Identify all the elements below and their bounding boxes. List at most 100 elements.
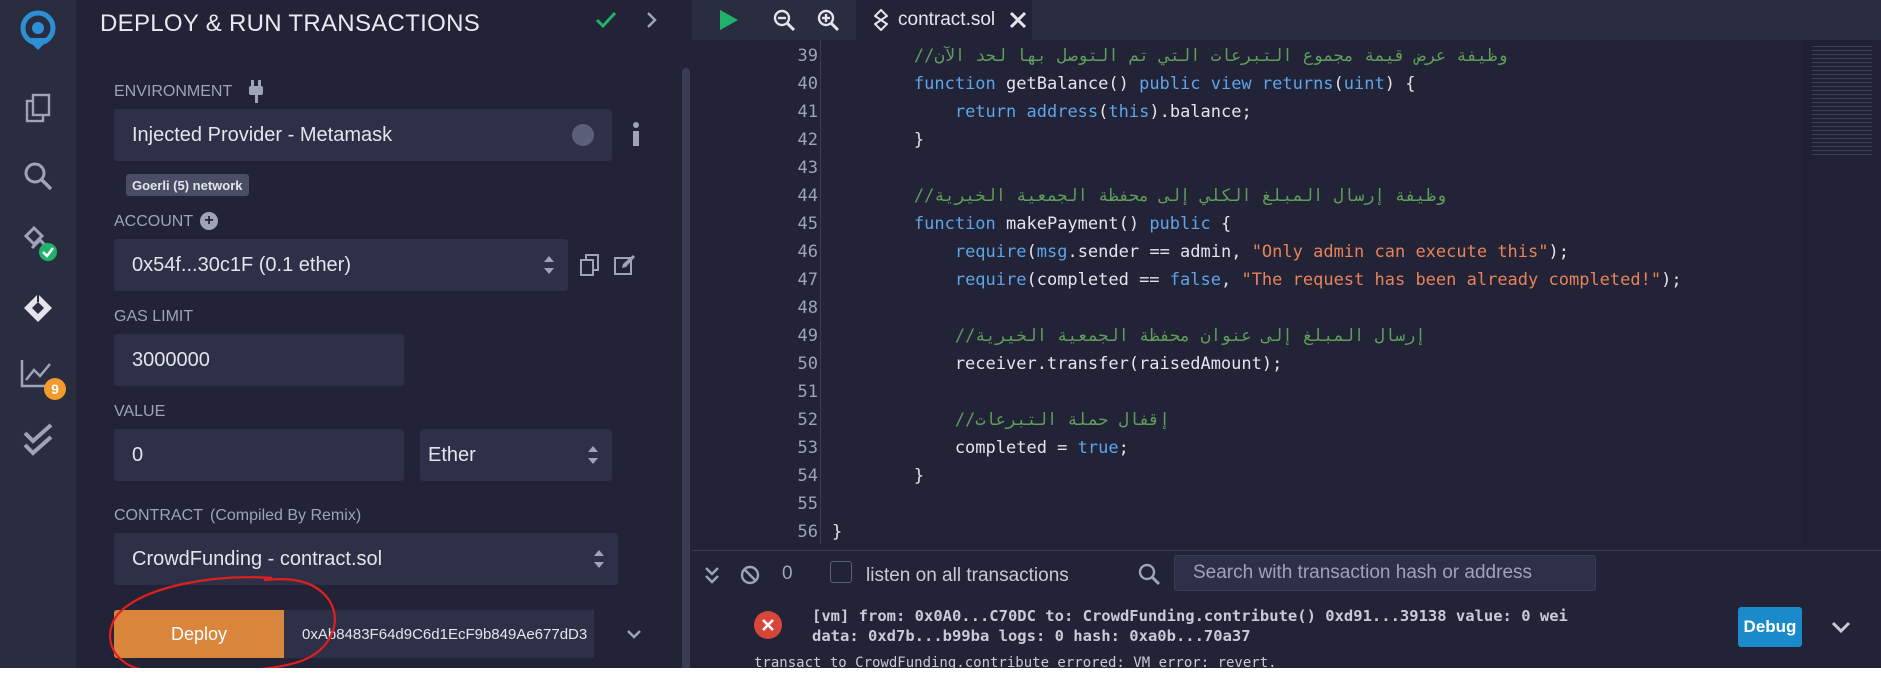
- line-number: 43: [797, 158, 818, 178]
- info-icon[interactable]: [628, 120, 644, 153]
- close-tab-icon[interactable]: [1009, 11, 1027, 29]
- line-number: 48: [797, 298, 818, 318]
- contract-value: CrowdFunding - contract.sol: [132, 547, 383, 570]
- line-number: 39: [797, 46, 818, 66]
- testing-icon[interactable]: [14, 416, 62, 464]
- environment-select-toggle-icon: [572, 124, 594, 146]
- code-line[interactable]: إرسال المبلغ إلى عنوان محفظة الجمعية الخ…: [832, 322, 1426, 350]
- code-token: require: [954, 270, 1027, 290]
- add-account-icon[interactable]: +: [200, 212, 218, 230]
- contract-select-arrows-icon: [594, 550, 604, 568]
- tx-summary-line2[interactable]: data: 0xd7b...b99ba logs: 0 hash: 0xa0b.…: [812, 627, 1251, 645]
- search-icon[interactable]: [14, 152, 62, 200]
- code-token: public: [1149, 214, 1211, 234]
- panel-scroll-thumb[interactable]: [682, 68, 690, 675]
- value-unit-select[interactable]: Ether: [420, 429, 612, 481]
- terminal-search-input[interactable]: Search with transaction hash or address: [1174, 555, 1596, 591]
- code-line[interactable]: }: [832, 518, 842, 544]
- code-area[interactable]: وظيفة عرض قيمة مجموع التبرعات التي تم ال…: [832, 40, 1792, 544]
- remix-ide: 9 DEPLOY & RUN TRANSACTIONS ENVIRONMENT …: [0, 0, 1881, 675]
- deploy-expand-chevron-icon[interactable]: [624, 624, 644, 649]
- listen-label: listen on all transactions: [866, 565, 1069, 586]
- code-line[interactable]: وظيفة عرض قيمة مجموع التبرعات التي تم ال…: [832, 42, 1508, 70]
- icon-bar: 9: [0, 0, 76, 675]
- code-token: وظيفة إرسال المبلغ الكلي إلى محفظة الجمع…: [913, 186, 1447, 206]
- run-script-icon[interactable]: [718, 8, 740, 37]
- line-number: 50: [797, 354, 818, 374]
- environment-select[interactable]: Injected Provider - Metamask: [114, 109, 612, 161]
- collapse-chevron-icon[interactable]: [642, 8, 662, 37]
- code-line[interactable]: completed = true;: [832, 434, 1129, 462]
- compiled-check-icon: [594, 8, 618, 37]
- line-number: 49: [797, 326, 818, 346]
- edit-icon[interactable]: [614, 254, 636, 281]
- code-line[interactable]: }: [832, 462, 924, 490]
- contract-sublabel: (Compiled By Remix): [210, 507, 362, 524]
- terminal-collapse-icon[interactable]: [704, 565, 720, 590]
- deploy-panel: DEPLOY & RUN TRANSACTIONS ENVIRONMENT In…: [76, 0, 692, 675]
- code-token: false: [1169, 270, 1221, 290]
- code-token: function: [913, 214, 996, 234]
- zoom-out-icon[interactable]: [772, 8, 796, 37]
- listen-checkbox[interactable]: [830, 561, 852, 583]
- environment-label: ENVIRONMENT: [114, 83, 233, 100]
- remix-logo-icon[interactable]: [14, 6, 62, 54]
- code-token: makePayment(): [995, 214, 1150, 234]
- tab-contract-sol[interactable]: contract.sol: [856, 0, 1032, 40]
- code-token: }: [832, 522, 843, 542]
- code-token: (: [1333, 74, 1344, 94]
- code-token: return: [954, 102, 1017, 122]
- code-line[interactable]: require(msg.sender == admin, "Only admin…: [832, 238, 1569, 266]
- analytics-icon[interactable]: 9: [14, 350, 66, 400]
- tab-label: contract.sol: [898, 9, 996, 30]
- panel-scrollbar[interactable]: [680, 0, 692, 675]
- code-line[interactable]: require(completed == false, "The request…: [832, 266, 1682, 294]
- compiler-icon[interactable]: [14, 218, 62, 266]
- code-token: this: [1108, 102, 1150, 122]
- line-number: 41: [797, 102, 818, 122]
- code-token: ) {: [1384, 74, 1416, 94]
- unit-select-arrows-icon: [588, 446, 598, 464]
- value-label: VALUE: [114, 403, 166, 420]
- code-token: (: [1098, 102, 1109, 122]
- account-select[interactable]: 0x54f...30c1F (0.1 ether): [114, 239, 568, 291]
- account-select-arrows-icon: [544, 256, 554, 274]
- deploy-run-icon[interactable]: [14, 284, 62, 332]
- code-line[interactable]: وظيفة إرسال المبلغ الكلي إلى محفظة الجمع…: [832, 182, 1446, 210]
- pending-tx-count: 0: [782, 563, 793, 584]
- code-line[interactable]: إقفال حملة التبرعات//: [832, 406, 1170, 434]
- code-token: true: [1077, 438, 1119, 458]
- code-token: .sender == admin,: [1067, 242, 1252, 262]
- line-number: 55: [797, 494, 818, 514]
- tx-expand-chevron-icon[interactable]: [1830, 617, 1852, 642]
- tx-summary-line1[interactable]: [vm] from: 0x0A0...C70DC to: CrowdFundin…: [812, 607, 1568, 625]
- value-input[interactable]: 0: [114, 429, 404, 481]
- code-line[interactable]: receiver.transfer(raisedAmount);: [832, 350, 1283, 378]
- error-message: transact to CrowdFunding.contribute erro…: [754, 655, 1277, 669]
- copy-icon[interactable]: [580, 254, 600, 281]
- line-number: 56: [797, 522, 818, 542]
- line-number: 44: [797, 186, 818, 206]
- zoom-in-icon[interactable]: [816, 8, 840, 37]
- gas-limit-input[interactable]: 3000000: [114, 334, 404, 386]
- code-line[interactable]: function makePayment() public {: [832, 210, 1231, 238]
- file-explorer-icon[interactable]: [14, 84, 62, 132]
- code-line[interactable]: function getBalance() public view return…: [832, 70, 1416, 98]
- clear-console-icon[interactable]: [740, 565, 760, 590]
- line-number: 54: [797, 466, 818, 486]
- code-line[interactable]: }: [832, 126, 924, 154]
- panel-title: DEPLOY & RUN TRANSACTIONS: [100, 10, 481, 37]
- red-annotation-circle: [109, 576, 336, 674]
- minimap[interactable]: [1802, 40, 1881, 544]
- editor-area: contract.sol 39 40 41 42 43 44 45 46 47 48 49 50 51 5…: [692, 0, 1881, 675]
- debug-button[interactable]: Debug: [1738, 607, 1802, 647]
- line-number: 53: [797, 438, 818, 458]
- code-line[interactable]: return address(this).balance;: [832, 98, 1252, 126]
- code-token: address: [1026, 102, 1099, 122]
- minimap-content: [1812, 46, 1872, 156]
- code-token: completed =: [832, 438, 1078, 458]
- code-token: ;: [1118, 438, 1129, 458]
